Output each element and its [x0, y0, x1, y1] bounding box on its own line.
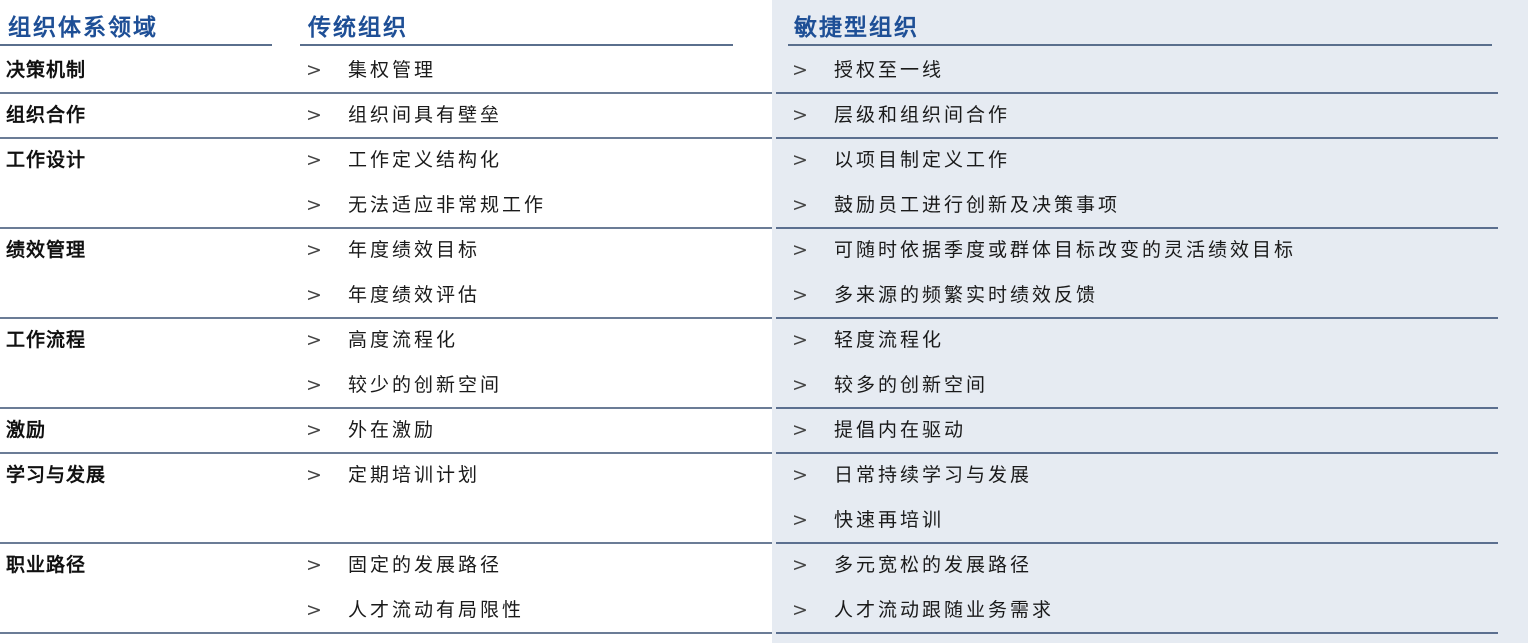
chevron-right-icon: > — [306, 59, 322, 81]
agile-item-text: 快速再培训 — [834, 509, 945, 531]
header-agile-underline — [788, 44, 1492, 46]
traditional-item: > 高度流程化 — [306, 318, 458, 363]
traditional-item: > 固定的发展路径 — [306, 543, 502, 588]
traditional-item-text: 无法适应非常规工作 — [348, 194, 547, 216]
traditional-item-text: 集权管理 — [348, 59, 437, 81]
category-label: 工作设计 — [6, 149, 87, 171]
traditional-item: > 集权管理 — [306, 48, 436, 93]
agile-item-text: 较多的创新空间 — [834, 374, 989, 396]
agile-item: > 层级和组织间合作 — [792, 93, 1010, 138]
traditional-item: > 较少的创新空间 — [306, 363, 502, 408]
agile-item: > 人才流动跟随业务需求 — [792, 588, 1054, 633]
agile-item-text: 以项目制定义工作 — [834, 149, 1011, 171]
traditional-item-text: 高度流程化 — [348, 329, 459, 351]
agile-item-text: 日常持续学习与发展 — [834, 464, 1033, 486]
chevron-right-icon: > — [306, 239, 322, 261]
chevron-right-icon: > — [792, 239, 808, 261]
agile-item-text: 提倡内在驱动 — [834, 419, 967, 441]
agile-item: > 日常持续学习与发展 — [792, 453, 1032, 498]
chevron-right-icon: > — [306, 419, 322, 441]
chevron-right-icon: > — [792, 554, 808, 576]
traditional-item: > 工作定义结构化 — [306, 138, 502, 183]
category-label: 工作流程 — [6, 329, 87, 351]
agile-item-text: 授权至一线 — [834, 59, 945, 81]
traditional-item-text: 年度绩效评估 — [348, 284, 481, 306]
traditional-item: > 年度绩效评估 — [306, 273, 480, 318]
chevron-right-icon: > — [306, 329, 322, 351]
category-label: 组织合作 — [6, 104, 87, 126]
chevron-right-icon: > — [306, 194, 322, 216]
agile-item-text: 多来源的频繁实时绩效反馈 — [834, 284, 1099, 306]
table-row: 激励 > 外在激励 > 提倡内在驱动 — [0, 408, 1528, 453]
agile-item-text: 鼓励员工进行创新及决策事项 — [834, 194, 1121, 216]
agile-item: > 多来源的频繁实时绩效反馈 — [792, 273, 1098, 318]
traditional-item-text: 年度绩效目标 — [348, 239, 481, 261]
agile-item: > 可随时依据季度或群体目标改变的灵活绩效目标 — [792, 228, 1296, 273]
chevron-right-icon: > — [792, 374, 808, 396]
table-row: 学习与发展 > 定期培训计划 > 日常持续学习与发展 > 快速再培训 — [0, 453, 1528, 543]
chevron-right-icon: > — [306, 464, 322, 486]
table-row: 绩效管理 > 年度绩效目标 > 年度绩效评估 > 可随时依据季度或群体目标改变的灵活绩效目标… — [0, 228, 1528, 318]
traditional-item: > 外在激励 — [306, 408, 436, 453]
table-row: 工作流程 > 高度流程化 > 较少的创新空间 > 轻度流程化 > 较多的创新空间 — [0, 318, 1528, 408]
traditional-item-text: 较少的创新空间 — [348, 374, 503, 396]
agile-item-text: 可随时依据季度或群体目标改变的灵活绩效目标 — [834, 239, 1297, 261]
chevron-right-icon: > — [306, 599, 322, 621]
chevron-right-icon: > — [306, 284, 322, 306]
traditional-item-text: 人才流动有局限性 — [348, 599, 525, 621]
header-traditional: 传统组织 — [308, 15, 408, 41]
chevron-right-icon: > — [792, 419, 808, 441]
chevron-right-icon: > — [792, 284, 808, 306]
chevron-right-icon: > — [792, 329, 808, 351]
header-domain: 组织体系领域 — [8, 15, 158, 41]
agile-item: > 快速再培训 — [792, 498, 944, 543]
chevron-right-icon: > — [306, 554, 322, 576]
category-label: 决策机制 — [6, 59, 87, 81]
agile-item: > 以项目制定义工作 — [792, 138, 1010, 183]
table-row: 组织合作 > 组织间具有壁垒 > 层级和组织间合作 — [0, 93, 1528, 138]
traditional-item: > 组织间具有壁垒 — [306, 93, 502, 138]
traditional-item-text: 定期培训计划 — [348, 464, 481, 486]
traditional-item-text: 工作定义结构化 — [348, 149, 503, 171]
traditional-item: > 无法适应非常规工作 — [306, 183, 546, 228]
agile-item: > 多元宽松的发展路径 — [792, 543, 1032, 588]
header-domain-underline — [0, 44, 272, 46]
row-divider — [0, 632, 772, 634]
chevron-right-icon: > — [792, 194, 808, 216]
agile-item: > 鼓励员工进行创新及决策事项 — [792, 183, 1120, 228]
category-label: 职业路径 — [6, 554, 87, 576]
agile-item-text: 轻度流程化 — [834, 329, 945, 351]
chevron-right-icon: > — [306, 149, 322, 171]
agile-item-text: 层级和组织间合作 — [834, 104, 1011, 126]
traditional-item-text: 固定的发展路径 — [348, 554, 503, 576]
category-label: 绩效管理 — [6, 239, 87, 261]
chevron-right-icon: > — [792, 509, 808, 531]
traditional-item-text: 外在激励 — [348, 419, 437, 441]
chevron-right-icon: > — [792, 464, 808, 486]
agile-item-text: 多元宽松的发展路径 — [834, 554, 1033, 576]
chevron-right-icon: > — [792, 59, 808, 81]
table-row: 工作设计 > 工作定义结构化 > 无法适应非常规工作 > 以项目制定义工作 > 鼓励员工进行创新… — [0, 138, 1528, 228]
traditional-item: > 定期培训计划 — [306, 453, 480, 498]
chevron-right-icon: > — [792, 104, 808, 126]
agile-item: > 授权至一线 — [792, 48, 944, 93]
traditional-item: > 年度绩效目标 — [306, 228, 480, 273]
agile-item: > 提倡内在驱动 — [792, 408, 966, 453]
agile-item-text: 人才流动跟随业务需求 — [834, 599, 1055, 621]
traditional-item-text: 组织间具有壁垒 — [348, 104, 503, 126]
agile-item: > 轻度流程化 — [792, 318, 944, 363]
chevron-right-icon: > — [792, 149, 808, 171]
category-label: 学习与发展 — [6, 464, 107, 486]
category-label: 激励 — [6, 419, 47, 441]
chevron-right-icon: > — [306, 104, 322, 126]
traditional-item: > 人才流动有局限性 — [306, 588, 524, 633]
chevron-right-icon: > — [792, 599, 808, 621]
header-traditional-underline — [300, 44, 733, 46]
agile-item: > 较多的创新空间 — [792, 363, 988, 408]
header-agile: 敏捷型组织 — [794, 15, 919, 41]
table-row: 决策机制 > 集权管理 > 授权至一线 — [0, 48, 1528, 93]
table-row: 职业路径 > 固定的发展路径 > 人才流动有局限性 > 多元宽松的发展路径 > 人才流动跟随业务… — [0, 543, 1528, 633]
chevron-right-icon: > — [306, 374, 322, 396]
row-divider — [776, 632, 1498, 634]
